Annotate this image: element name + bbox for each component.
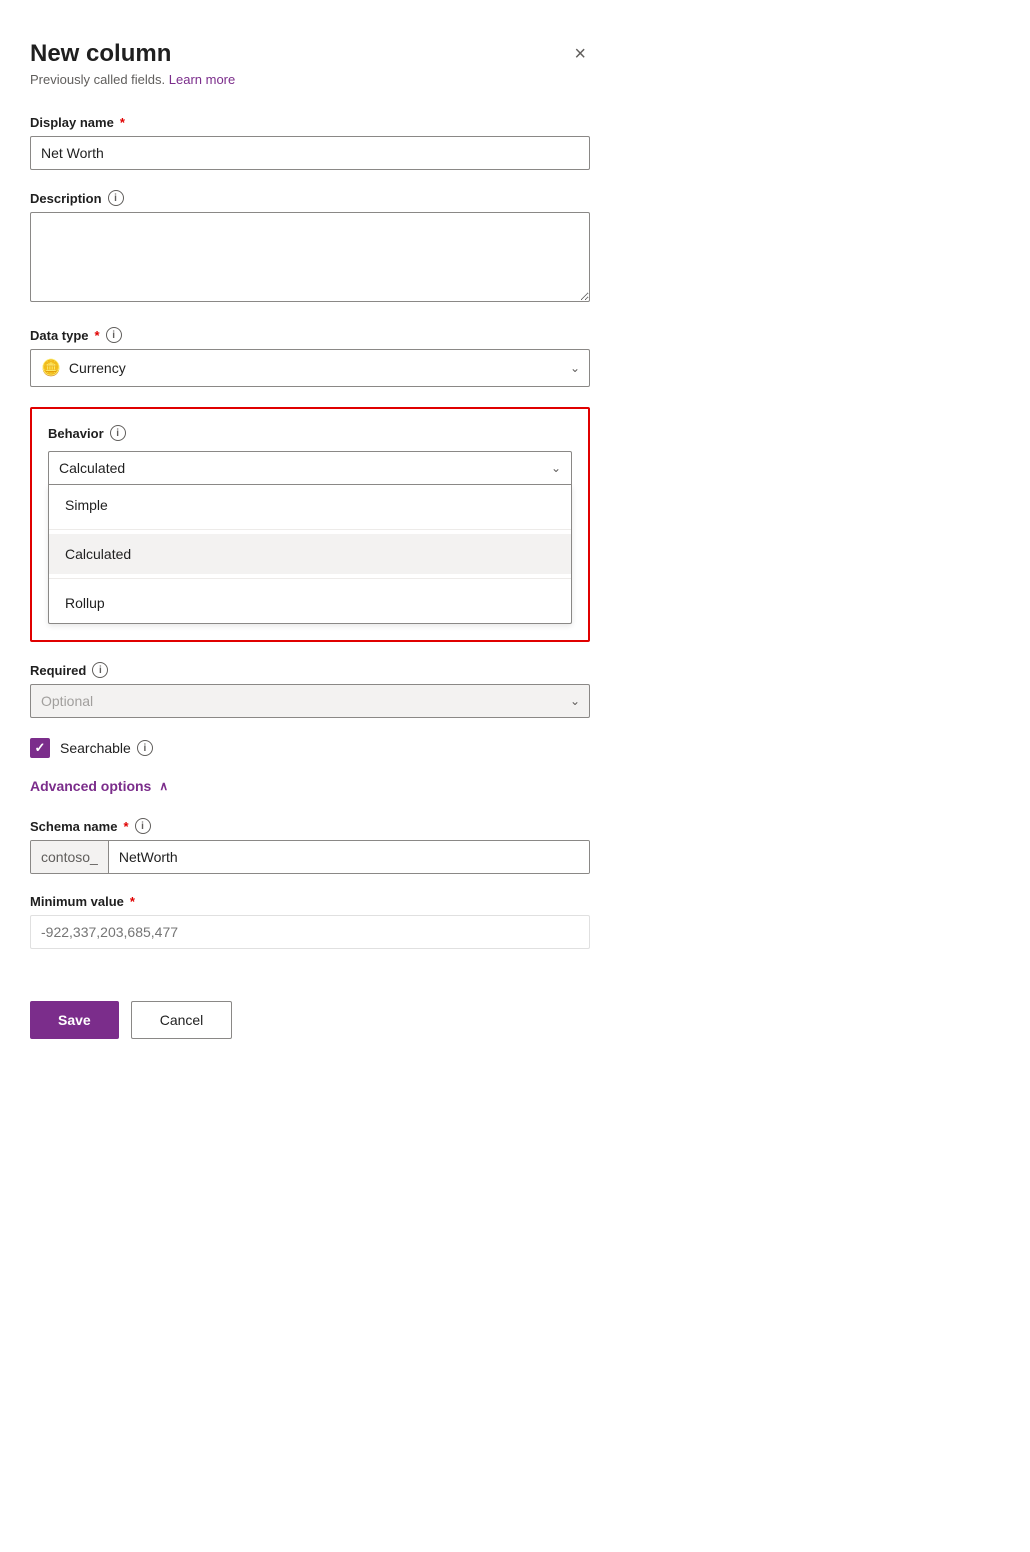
behavior-chevron-icon: ⌄ xyxy=(551,461,561,475)
required-info-icon: i xyxy=(92,662,108,678)
description-input[interactable] xyxy=(30,212,590,302)
required-star-schema: * xyxy=(123,819,128,834)
page-title: New column xyxy=(30,40,171,68)
data-type-select[interactable]: 🪙 Currency ⌄ xyxy=(30,349,590,387)
display-name-group: Display name * xyxy=(30,115,590,170)
searchable-row: Searchable i xyxy=(30,738,590,758)
schema-input-row: contoso_ xyxy=(30,840,590,874)
panel-header: New column × xyxy=(30,40,590,68)
schema-name-info-icon: i xyxy=(135,818,151,834)
behavior-selected-display[interactable]: Calculated ⌄ xyxy=(48,451,572,485)
behavior-section: Behavior i Calculated ⌄ Simple Calculate… xyxy=(30,407,590,642)
required-star-min: * xyxy=(130,894,135,909)
currency-icon: 🪙 xyxy=(41,358,61,378)
description-group: Description i xyxy=(30,190,590,307)
dropdown-divider-1 xyxy=(49,529,571,530)
minimum-value-group: Minimum value * xyxy=(30,894,590,949)
action-buttons: Save Cancel xyxy=(30,981,590,1039)
behavior-option-simple[interactable]: Simple xyxy=(49,485,571,525)
data-type-label: Data type * i xyxy=(30,327,590,343)
required-group: Required i Optional ⌄ xyxy=(30,662,590,718)
save-button[interactable]: Save xyxy=(30,1001,119,1039)
required-select[interactable]: Optional ⌄ xyxy=(30,684,590,718)
data-type-group: Data type * i 🪙 Currency ⌄ xyxy=(30,327,590,387)
schema-name-label: Schema name * i xyxy=(30,818,590,834)
description-label: Description i xyxy=(30,190,590,206)
data-type-info-icon: i xyxy=(106,327,122,343)
cancel-button[interactable]: Cancel xyxy=(131,1001,233,1039)
required-star-dtype: * xyxy=(95,328,100,343)
dropdown-divider-2 xyxy=(49,578,571,579)
schema-name-group: Schema name * i contoso_ xyxy=(30,818,590,874)
advanced-options-chevron-icon: ∧ xyxy=(159,779,168,793)
searchable-checkbox[interactable] xyxy=(30,738,50,758)
required-star: * xyxy=(120,115,125,130)
subtitle: Previously called fields. Learn more xyxy=(30,72,590,87)
searchable-label: Searchable i xyxy=(60,740,153,756)
behavior-dropdown-list: Simple Calculated Rollup xyxy=(48,485,572,624)
behavior-option-calculated[interactable]: Calculated xyxy=(49,534,571,574)
required-label: Required i xyxy=(30,662,590,678)
behavior-option-rollup[interactable]: Rollup xyxy=(49,583,571,623)
learn-more-link[interactable]: Learn more xyxy=(169,72,235,87)
schema-prefix: contoso_ xyxy=(31,841,109,873)
searchable-info-icon: i xyxy=(137,740,153,756)
behavior-info-icon: i xyxy=(110,425,126,441)
new-column-panel: New column × Previously called fields. L… xyxy=(30,40,590,1039)
description-info-icon: i xyxy=(108,190,124,206)
subtitle-text: Previously called fields. xyxy=(30,72,165,87)
close-button[interactable]: × xyxy=(570,40,590,68)
behavior-dropdown[interactable]: Calculated ⌄ Simple Calculated Rollup xyxy=(48,451,572,624)
display-name-input[interactable] xyxy=(30,136,590,170)
advanced-options-toggle[interactable]: Advanced options ∧ xyxy=(30,778,168,794)
minimum-value-input[interactable] xyxy=(30,915,590,949)
data-type-display[interactable]: 🪙 Currency xyxy=(30,349,590,387)
schema-value-input[interactable] xyxy=(109,841,589,873)
minimum-value-label: Minimum value * xyxy=(30,894,590,909)
behavior-label: Behavior i xyxy=(48,425,572,441)
display-name-label: Display name * xyxy=(30,115,590,130)
required-display[interactable]: Optional xyxy=(30,684,590,718)
